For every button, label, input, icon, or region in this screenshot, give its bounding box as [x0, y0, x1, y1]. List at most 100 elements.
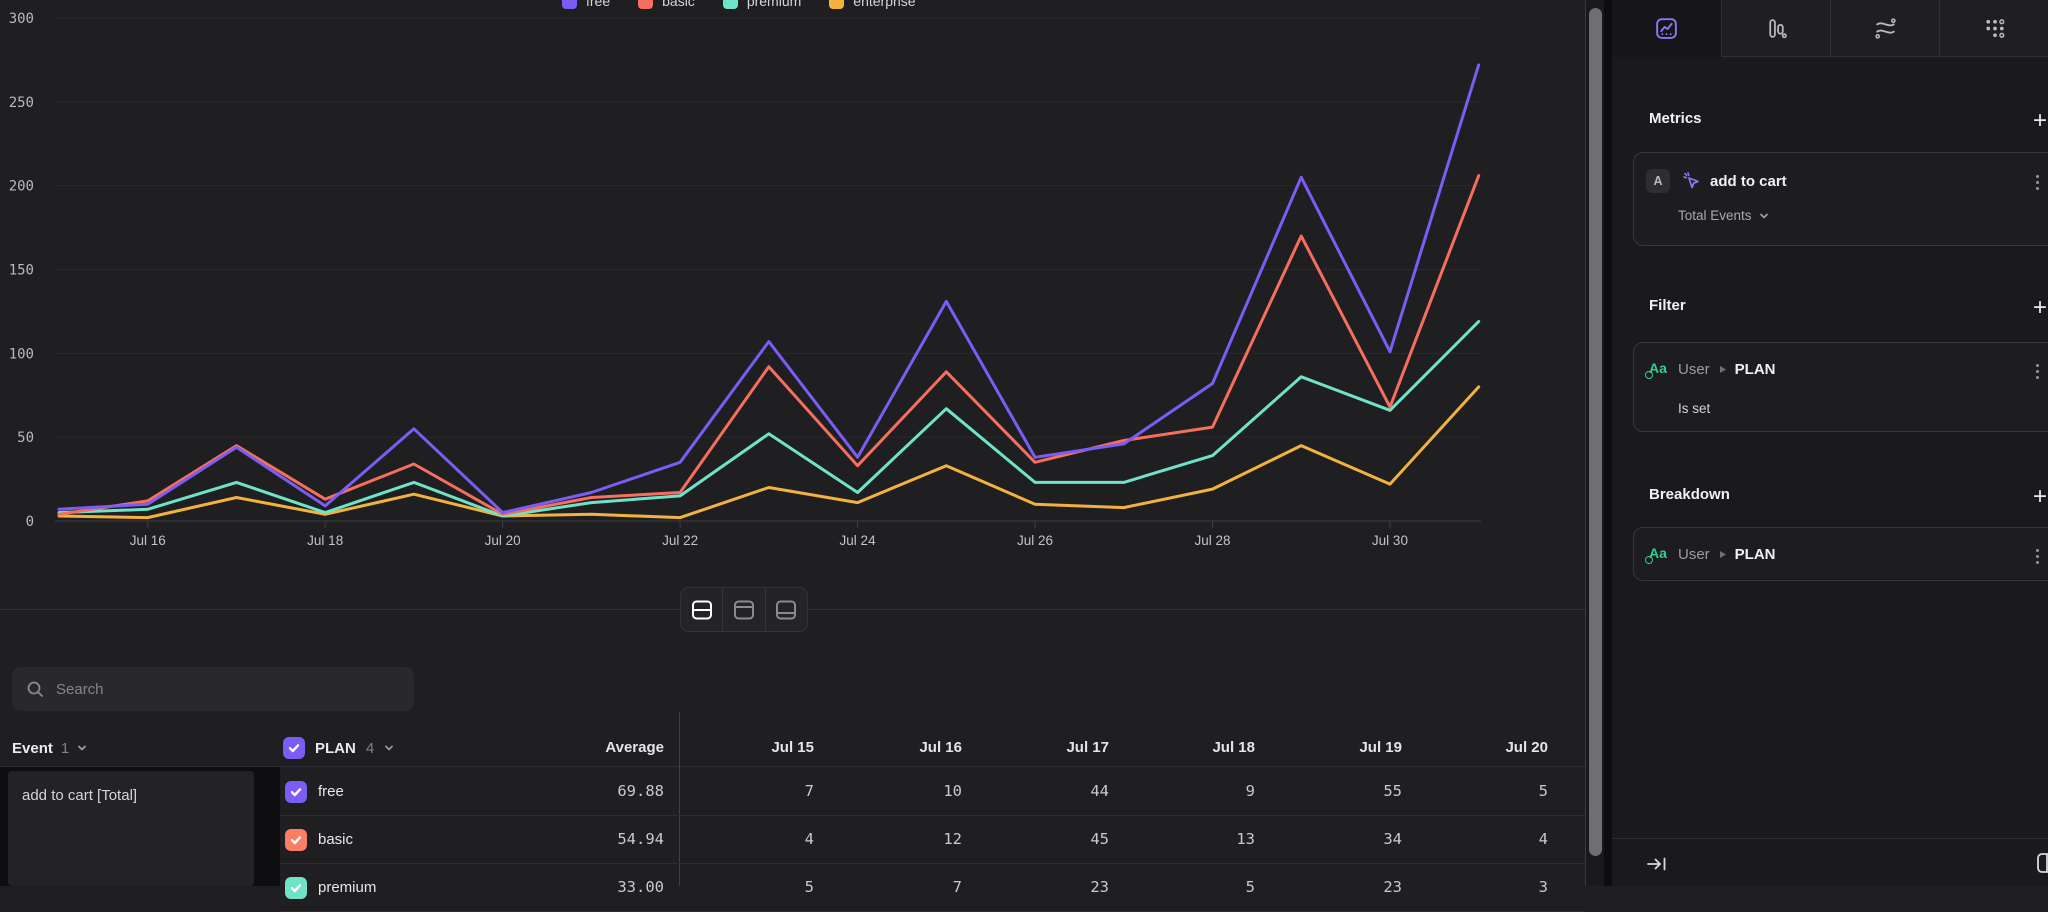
series-line-free[interactable] [59, 65, 1479, 513]
date-column-header: Jul 19 [1262, 733, 1402, 763]
dots-grid-icon [1982, 16, 2007, 41]
metric-letter-badge: A [1646, 169, 1670, 193]
breakdown-section-title: Breakdown [1649, 486, 1730, 503]
cell-value: 23 [1262, 878, 1402, 896]
y-axis-label: 250 [9, 95, 34, 111]
filter-options-kebab-icon[interactable] [2031, 364, 2043, 379]
layout-split-rows-button[interactable] [681, 588, 722, 631]
caret-right-icon [1718, 365, 1727, 374]
event-header-label: Event [12, 740, 53, 757]
event-click-icon [1681, 170, 1702, 191]
x-axis-label: Jul 24 [840, 533, 877, 548]
layout-chart-top-button[interactable] [722, 588, 764, 631]
plan-select-all-checkbox[interactable] [283, 737, 305, 759]
filter-operator[interactable]: Is set [1678, 401, 1710, 416]
event-column-dropdown[interactable]: Event 1 [12, 733, 87, 763]
x-axis-label: Jul 30 [1372, 533, 1408, 548]
breakdown-card[interactable]: Aa User PLAN [1633, 527, 2048, 581]
cell-value: 3 [1408, 878, 1548, 896]
layout-table-bottom-button[interactable] [765, 588, 807, 631]
scrollbar-thumb[interactable] [1589, 8, 1602, 856]
cell-value: 9 [1115, 782, 1255, 800]
y-axis-label: 150 [9, 263, 34, 279]
x-axis-label: Jul 16 [130, 533, 166, 548]
line-chart: 050100150200250300Jul 16Jul 18Jul 20Jul … [0, 0, 1585, 560]
cell-value: 12 [822, 830, 962, 848]
average-value: 33.00 [524, 878, 664, 896]
cell-value: 7 [822, 878, 962, 896]
event-count: 1 [61, 740, 69, 757]
cell-value: 45 [969, 830, 1109, 848]
layout-toggle-group [680, 587, 808, 632]
plan-count: 4 [366, 740, 374, 757]
metric-measure-label: Total Events [1678, 208, 1752, 223]
add-metric-button[interactable]: + [2028, 110, 2048, 134]
search-box[interactable] [12, 667, 414, 711]
filter-card[interactable]: Aa User PLAN Is set [1633, 342, 2048, 432]
add-breakdown-button[interactable]: + [2028, 486, 2048, 510]
date-column-header: Jul 17 [969, 733, 1109, 763]
flows-icon [1873, 16, 1898, 41]
cell-value: 44 [969, 782, 1109, 800]
x-axis-label: Jul 20 [485, 533, 521, 548]
filter-property-row[interactable]: User PLAN [1678, 361, 1776, 378]
line-chart-icon [1654, 16, 1679, 41]
tab-flows[interactable] [1830, 0, 1939, 57]
chart-panel: freebasicpremiumenterprise 0501001502002… [0, 0, 1585, 886]
search-icon [26, 680, 44, 698]
average-column-header: Average [524, 733, 664, 763]
x-axis-label: Jul 26 [1017, 533, 1053, 548]
tab-bar-chart[interactable] [1721, 0, 1830, 57]
table-row-premium[interactable]: premium33.0057235233 [280, 864, 1585, 912]
date-column-header: Jul 15 [674, 733, 814, 763]
y-axis-label: 300 [9, 11, 34, 27]
tab-line-chart[interactable] [1612, 0, 1721, 57]
average-value: 69.88 [524, 782, 664, 800]
event-row-cell[interactable]: add to cart [Total] [8, 771, 254, 886]
add-filter-button[interactable]: + [2028, 297, 2048, 321]
filter-scope: User [1678, 361, 1710, 378]
chevron-down-icon [1759, 211, 1769, 221]
breakdown-options-kebab-icon[interactable] [2031, 549, 2043, 564]
y-axis-label: 100 [9, 346, 34, 362]
plan-column-dropdown[interactable]: PLAN 4 [283, 733, 394, 763]
cell-value: 10 [822, 782, 962, 800]
date-column-header: Jul 16 [822, 733, 962, 763]
divider [1612, 838, 2048, 839]
metrics-section-title: Metrics [1649, 110, 1702, 127]
property-aa-icon: Aa [1645, 358, 1669, 380]
breakdown-scope: User [1678, 546, 1710, 563]
metric-event-name: add to cart [1710, 173, 1787, 190]
metric-options-kebab-icon[interactable] [2031, 175, 2043, 190]
table-row-basic[interactable]: basic54.944124513344 [280, 816, 1585, 864]
divider [1604, 0, 1612, 886]
row-label: basic [318, 831, 353, 848]
cell-value: 4 [674, 830, 814, 848]
table-row-free[interactable]: free69.88710449555 [280, 767, 1585, 816]
y-axis-label: 50 [17, 430, 34, 446]
plan-header-label: PLAN [315, 740, 356, 757]
row-checkbox-free[interactable] [285, 781, 307, 803]
metric-measure-dropdown[interactable]: Total Events [1678, 208, 1769, 223]
query-sidebar: Metrics [1612, 0, 2048, 886]
collapse-panel-icon[interactable] [1645, 852, 1669, 876]
x-axis-label: Jul 18 [307, 533, 343, 548]
panel-layout-icon[interactable] [2036, 850, 2048, 876]
x-axis-label: Jul 22 [662, 533, 698, 548]
tab-more-charts[interactable] [1939, 0, 2048, 57]
property-aa-icon: Aa [1645, 543, 1669, 565]
row-checkbox-premium[interactable] [285, 877, 307, 899]
bar-chart-icon [1764, 16, 1789, 41]
x-axis-label: Jul 28 [1194, 533, 1230, 548]
cell-value: 5 [674, 878, 814, 896]
metric-card[interactable]: A add to cart Total Events [1633, 152, 2048, 246]
row-checkbox-basic[interactable] [285, 829, 307, 851]
cell-value: 34 [1262, 830, 1402, 848]
filter-property: PLAN [1735, 361, 1776, 378]
sidebar-tab-bar [1612, 0, 2048, 57]
cell-value: 13 [1115, 830, 1255, 848]
caret-right-icon [1718, 550, 1727, 559]
cell-value: 5 [1115, 878, 1255, 896]
search-input[interactable] [56, 681, 400, 698]
breakdown-property-row[interactable]: User PLAN [1678, 546, 1776, 563]
